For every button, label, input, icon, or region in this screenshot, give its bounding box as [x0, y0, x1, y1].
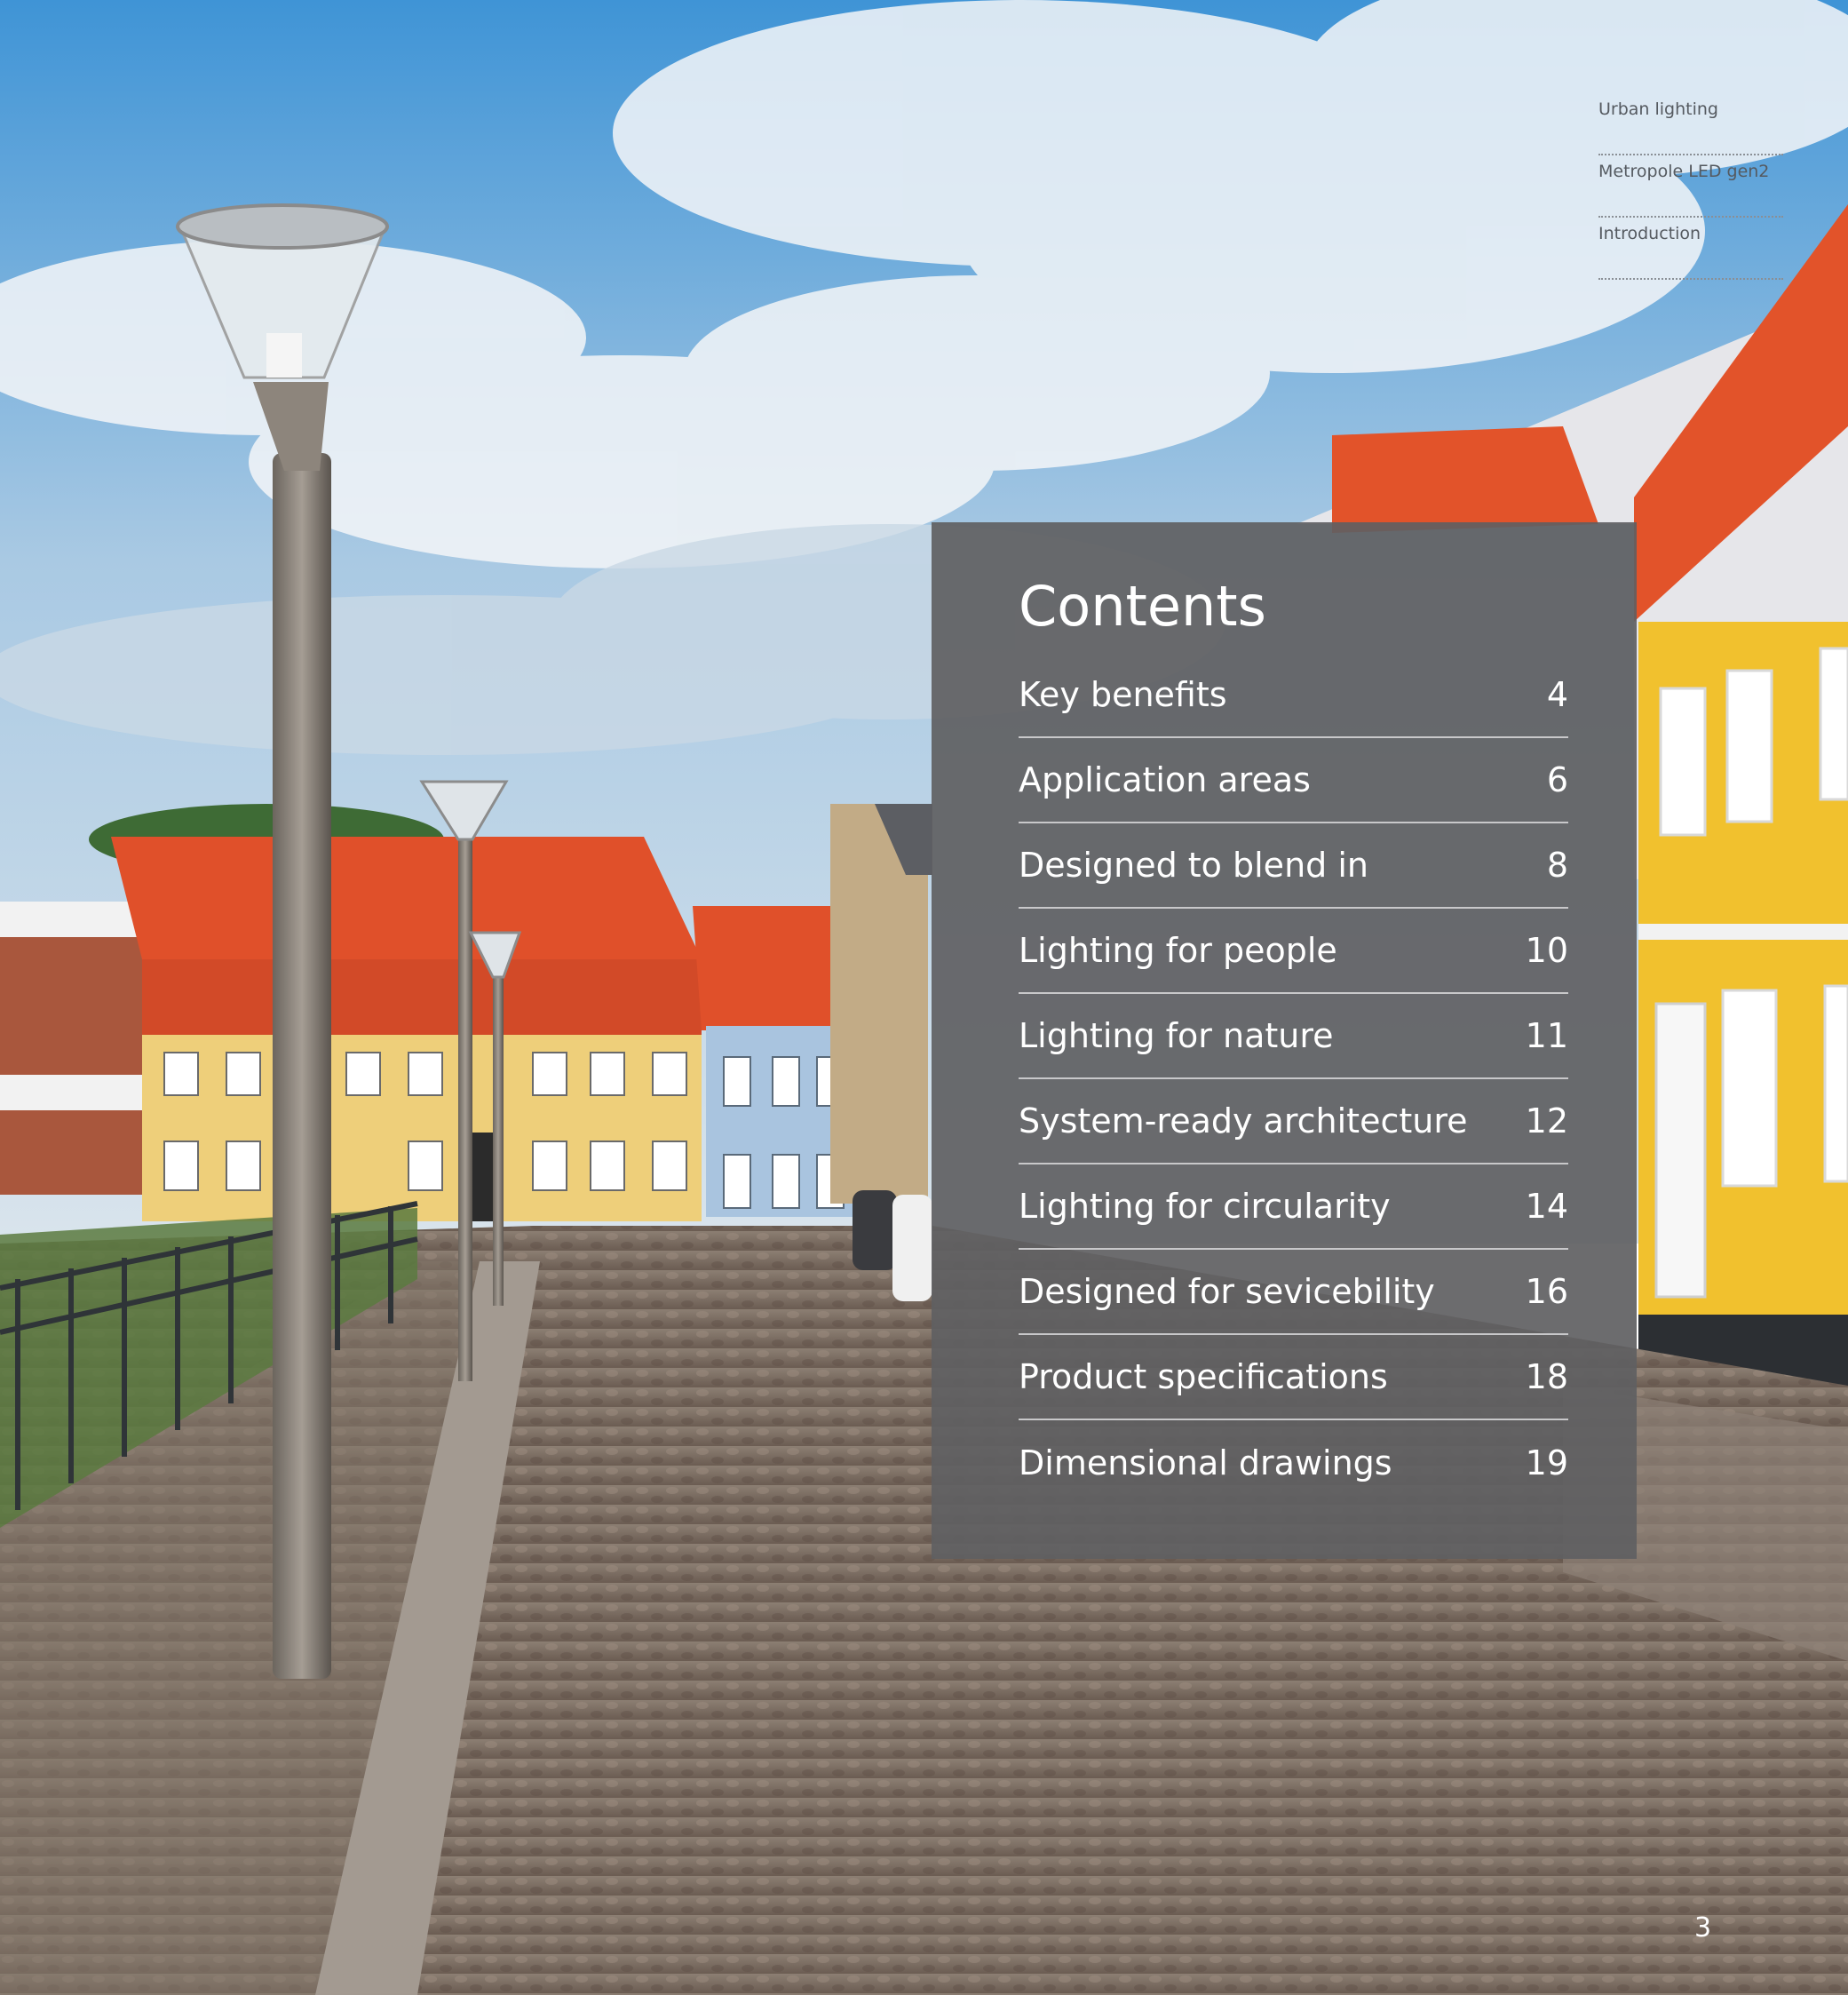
toc-item-label: Key benefits	[1019, 675, 1227, 714]
toc-item-label: Dimensional drawings	[1019, 1443, 1392, 1482]
toc-item-page: 19	[1525, 1443, 1568, 1482]
toc-item-lighting-for-people[interactable]: Lighting for people 10	[1019, 909, 1568, 994]
contents-title: Contents	[1019, 574, 1266, 639]
toc-item-system-ready-architecture[interactable]: System-ready architecture 12	[1019, 1079, 1568, 1164]
breadcrumb-item-product[interactable]: Metropole LED gen2	[1598, 155, 1783, 218]
toc-item-page: 10	[1525, 931, 1568, 970]
toc-item-label: Lighting for circularity	[1019, 1187, 1391, 1226]
toc-item-key-benefits[interactable]: Key benefits 4	[1019, 653, 1568, 738]
toc-item-page: 18	[1525, 1357, 1568, 1396]
toc-item-page: 14	[1525, 1187, 1568, 1226]
toc-item-label: Designed for sevicebility	[1019, 1272, 1435, 1311]
toc-item-designed-to-blend-in[interactable]: Designed to blend in 8	[1019, 823, 1568, 909]
breadcrumb-item-introduction[interactable]: Introduction	[1598, 218, 1783, 280]
toc-item-lighting-for-circularity[interactable]: Lighting for circularity 14	[1019, 1164, 1568, 1250]
toc-item-page: 4	[1546, 675, 1568, 714]
toc-item-label: Lighting for people	[1019, 931, 1337, 970]
toc-item-product-specifications[interactable]: Product specifications 18	[1019, 1335, 1568, 1420]
brochure-page: Urban lighting Metropole LED gen2 Introd…	[0, 0, 1848, 1995]
breadcrumb: Urban lighting Metropole LED gen2 Introd…	[1598, 93, 1783, 280]
toc-item-label: Application areas	[1019, 760, 1311, 799]
toc-item-application-areas[interactable]: Application areas 6	[1019, 738, 1568, 823]
toc-item-label: Lighting for nature	[1019, 1016, 1334, 1055]
toc-item-label: System-ready architecture	[1019, 1101, 1468, 1141]
toc-item-page: 16	[1525, 1272, 1568, 1311]
page-number: 3	[1694, 1912, 1712, 1943]
toc-item-label: Product specifications	[1019, 1357, 1388, 1396]
toc-item-dimensional-drawings[interactable]: Dimensional drawings 19	[1019, 1420, 1568, 1506]
toc-item-designed-for-serviceability[interactable]: Designed for sevicebility 16	[1019, 1250, 1568, 1335]
toc-item-page: 8	[1546, 846, 1568, 885]
toc-item-page: 6	[1546, 760, 1568, 799]
toc-item-lighting-for-nature[interactable]: Lighting for nature 11	[1019, 994, 1568, 1079]
breadcrumb-item-urban-lighting[interactable]: Urban lighting	[1598, 93, 1783, 155]
toc-item-label: Designed to blend in	[1019, 846, 1368, 885]
contents-panel: Contents Key benefits 4 Application area…	[932, 522, 1637, 1559]
toc-item-page: 12	[1525, 1101, 1568, 1141]
toc-item-page: 11	[1525, 1016, 1568, 1055]
